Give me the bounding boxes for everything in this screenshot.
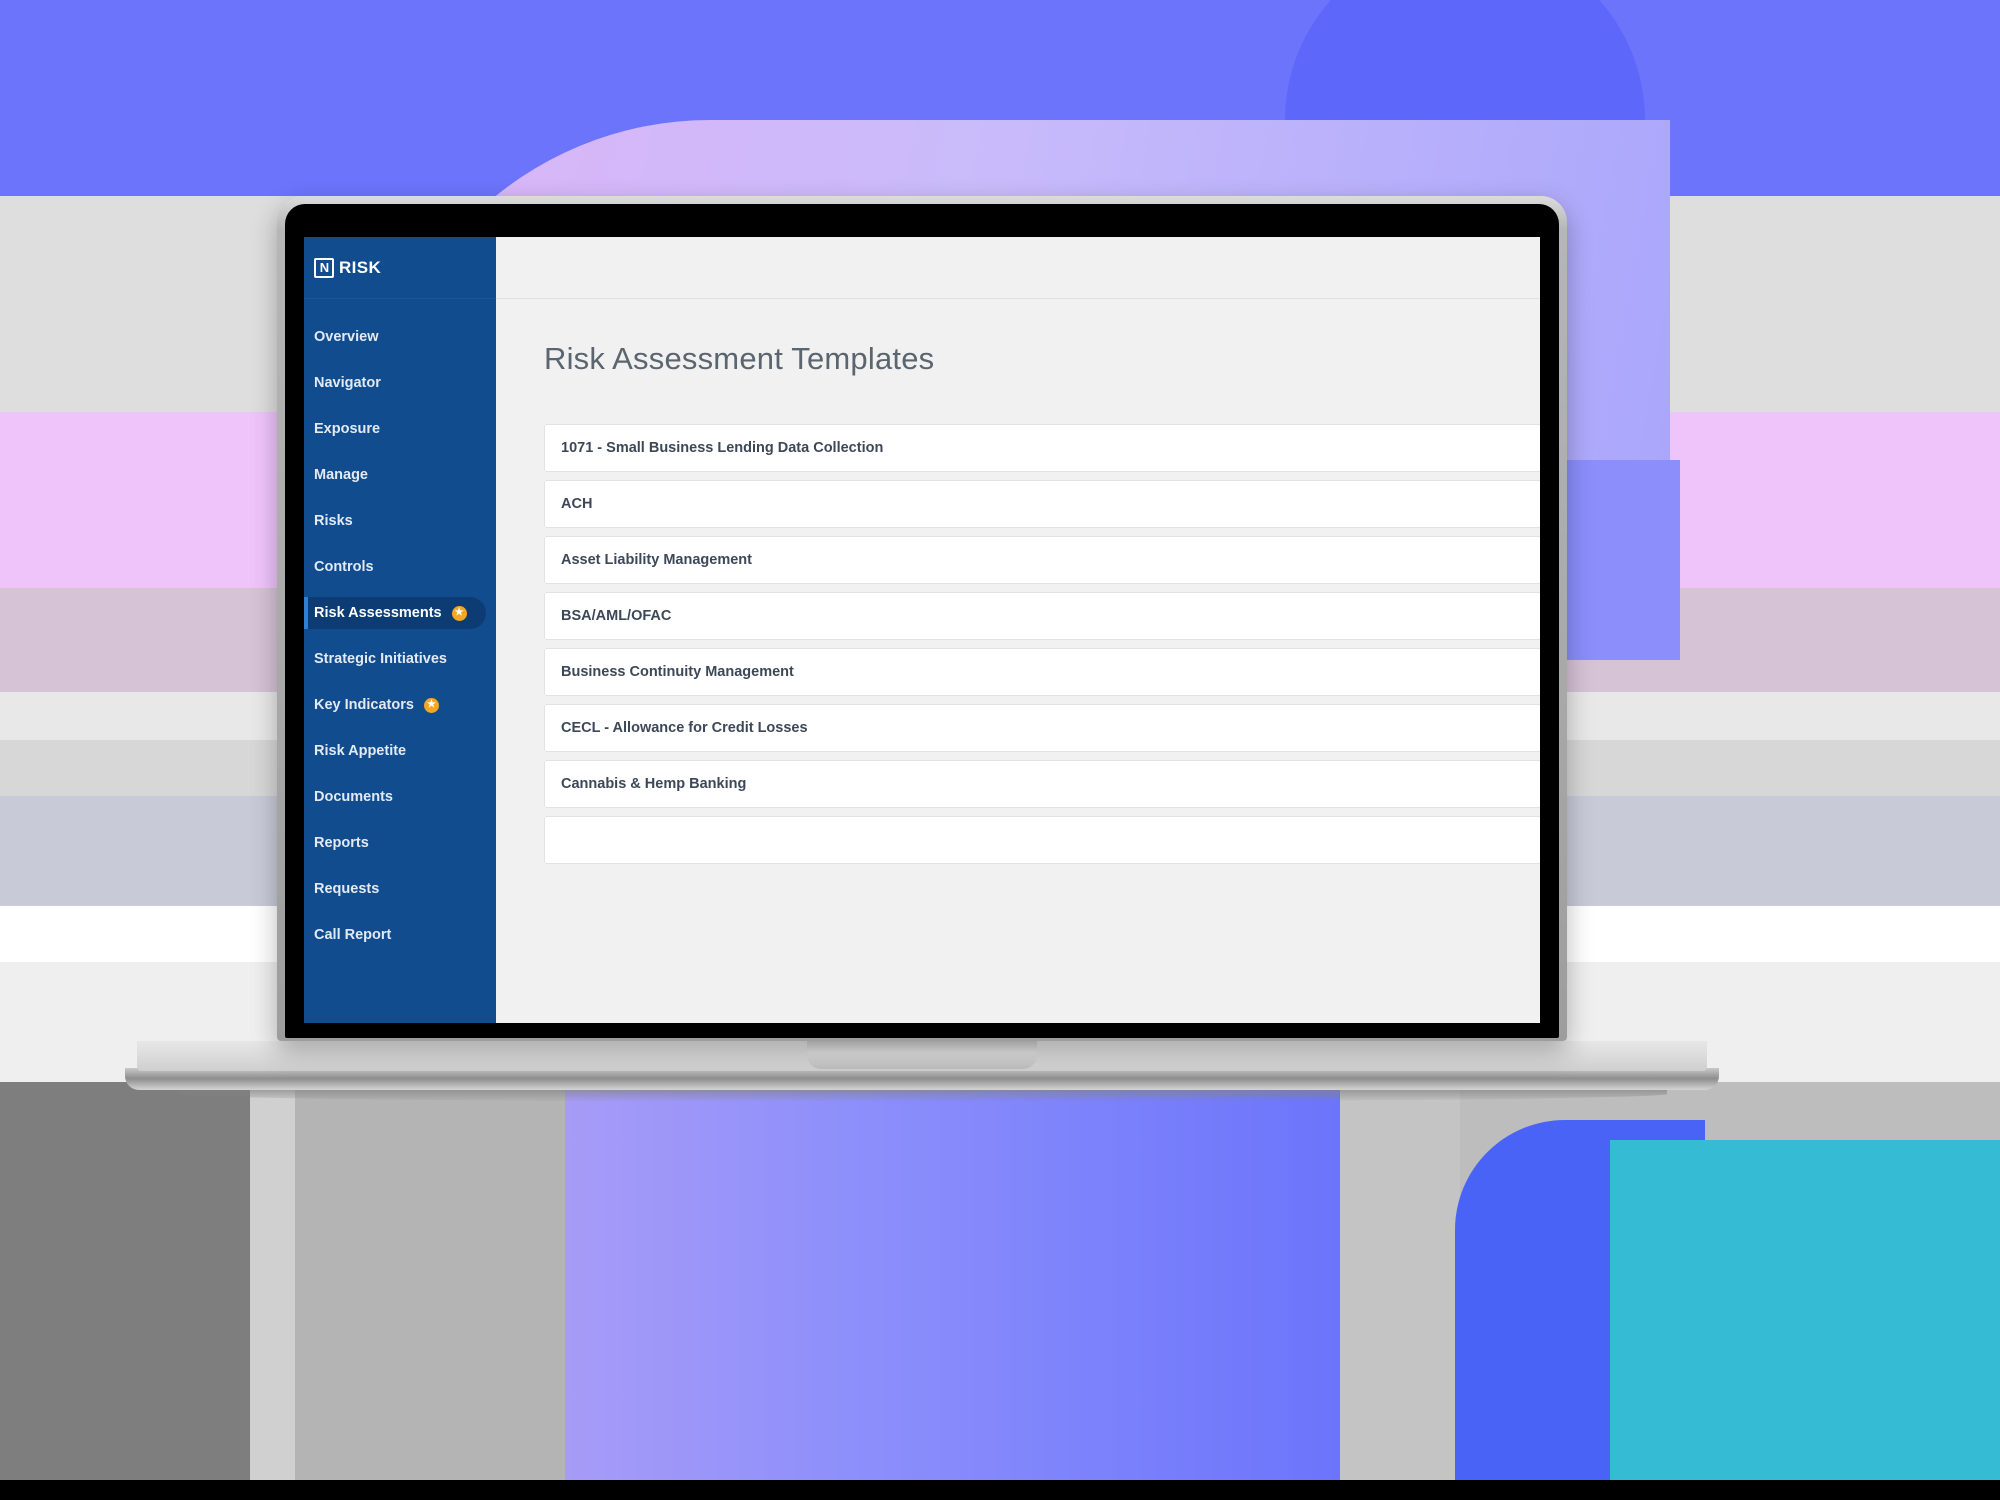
sidebar-item-label: Risk Appetite	[314, 743, 407, 759]
content-area: Risk Assessment Templates 1071 - Small B…	[496, 299, 1540, 1023]
template-card[interactable]: Asset Liability Management	[544, 536, 1540, 584]
sidebar-item-exposure[interactable]: Exposure	[304, 413, 496, 445]
template-name: 1071 - Small Business Lending Data Colle…	[561, 440, 884, 456]
sidebar-item-label: Requests	[314, 881, 380, 897]
sidebar-item-manage[interactable]: Manage	[304, 459, 496, 491]
sidebar-item-call-report[interactable]: Call Report	[304, 919, 496, 951]
risk-app: N RISK Overview Navigator Exposure Manag…	[304, 237, 1540, 1023]
template-name: Cannabis & Hemp Banking	[561, 776, 747, 792]
star-badge-icon: ★	[451, 605, 467, 621]
background-shape-bottom-teal	[1610, 1140, 2000, 1480]
marketing-artboard: N RISK Overview Navigator Exposure Manag…	[0, 0, 2000, 1480]
sidebar-item-label: Call Report	[314, 927, 392, 943]
template-list: 1071 - Small Business Lending Data Colle…	[544, 424, 1540, 864]
sidebar-item-label: Strategic Initiatives	[314, 651, 447, 667]
sidebar-item-risk-appetite[interactable]: Risk Appetite	[304, 735, 496, 767]
sidebar-item-label: Manage	[314, 467, 368, 483]
sidebar-item-label: Overview	[314, 329, 379, 345]
template-card[interactable]: 1071 - Small Business Lending Data Colle…	[544, 424, 1540, 472]
sidebar-item-label: Navigator	[314, 375, 381, 391]
main-content: Risk Assessment Templates 1071 - Small B…	[496, 237, 1540, 1023]
sidebar-item-label: Controls	[314, 559, 374, 575]
sidebar-nav: Overview Navigator Exposure Manage Risks…	[304, 299, 496, 1023]
background-desk-strip-3	[295, 1082, 565, 1480]
background-desk-strip-4	[1340, 1082, 1460, 1480]
template-name: Business Continuity Management	[561, 664, 794, 680]
template-card[interactable]: ACH	[544, 480, 1540, 528]
sidebar-item-documents[interactable]: Documents	[304, 781, 496, 813]
laptop-mockup: N RISK Overview Navigator Exposure Manag…	[125, 196, 1719, 1102]
sidebar-item-label: Documents	[314, 789, 393, 805]
laptop-base-notch	[807, 1041, 1037, 1069]
sidebar-item-label: Exposure	[314, 421, 381, 437]
sidebar-item-label: Reports	[314, 835, 369, 851]
sidebar-item-reports[interactable]: Reports	[304, 827, 496, 859]
laptop-base-lip	[125, 1068, 1719, 1090]
template-card[interactable]: Cannabis & Hemp Banking	[544, 760, 1540, 808]
sidebar-item-controls[interactable]: Controls	[304, 551, 496, 583]
sidebar-item-label: Risks	[314, 513, 353, 529]
brand-logo[interactable]: N RISK	[304, 237, 496, 299]
background-shape-bottom-blue	[565, 1082, 1345, 1480]
template-name: Asset Liability Management	[561, 552, 752, 568]
sidebar-item-key-indicators[interactable]: Key Indicators ★	[304, 689, 496, 721]
background-desk-strip-1	[0, 1082, 250, 1480]
template-name: ACH	[561, 496, 593, 512]
sidebar-item-label: Key Indicators	[314, 697, 414, 713]
template-card[interactable]: Business Continuity Management	[544, 648, 1540, 696]
page-title: Risk Assessment Templates	[544, 341, 935, 376]
template-card[interactable]: BSA/AML/OFAC	[544, 592, 1540, 640]
background-desk-strip-2	[250, 1082, 295, 1480]
template-name: BSA/AML/OFAC	[561, 608, 672, 624]
screenshot-scene: N RISK Overview Navigator Exposure Manag…	[0, 0, 2000, 1500]
ncontracts-n-icon: N	[314, 257, 334, 278]
template-card[interactable]: CECL - Allowance for Credit Losses	[544, 704, 1540, 752]
sidebar-item-risks[interactable]: Risks	[304, 505, 496, 537]
brand-name: RISK	[339, 257, 382, 277]
app-topbar	[496, 237, 1540, 299]
star-badge-icon: ★	[423, 697, 439, 713]
sidebar-item-navigator[interactable]: Navigator	[304, 367, 496, 399]
template-name: CECL - Allowance for Credit Losses	[561, 720, 808, 736]
sidebar-item-risk-assessments[interactable]: Risk Assessments ★	[304, 597, 486, 629]
sidebar: N RISK Overview Navigator Exposure Manag…	[304, 237, 496, 1023]
sidebar-item-overview[interactable]: Overview	[304, 321, 496, 353]
laptop-screen: N RISK Overview Navigator Exposure Manag…	[304, 237, 1540, 1023]
sidebar-item-requests[interactable]: Requests	[304, 873, 496, 905]
template-card-partial[interactable]	[544, 816, 1540, 864]
sidebar-item-strategic-initiatives[interactable]: Strategic Initiatives	[304, 643, 496, 675]
sidebar-item-label: Risk Assessments	[314, 605, 442, 621]
